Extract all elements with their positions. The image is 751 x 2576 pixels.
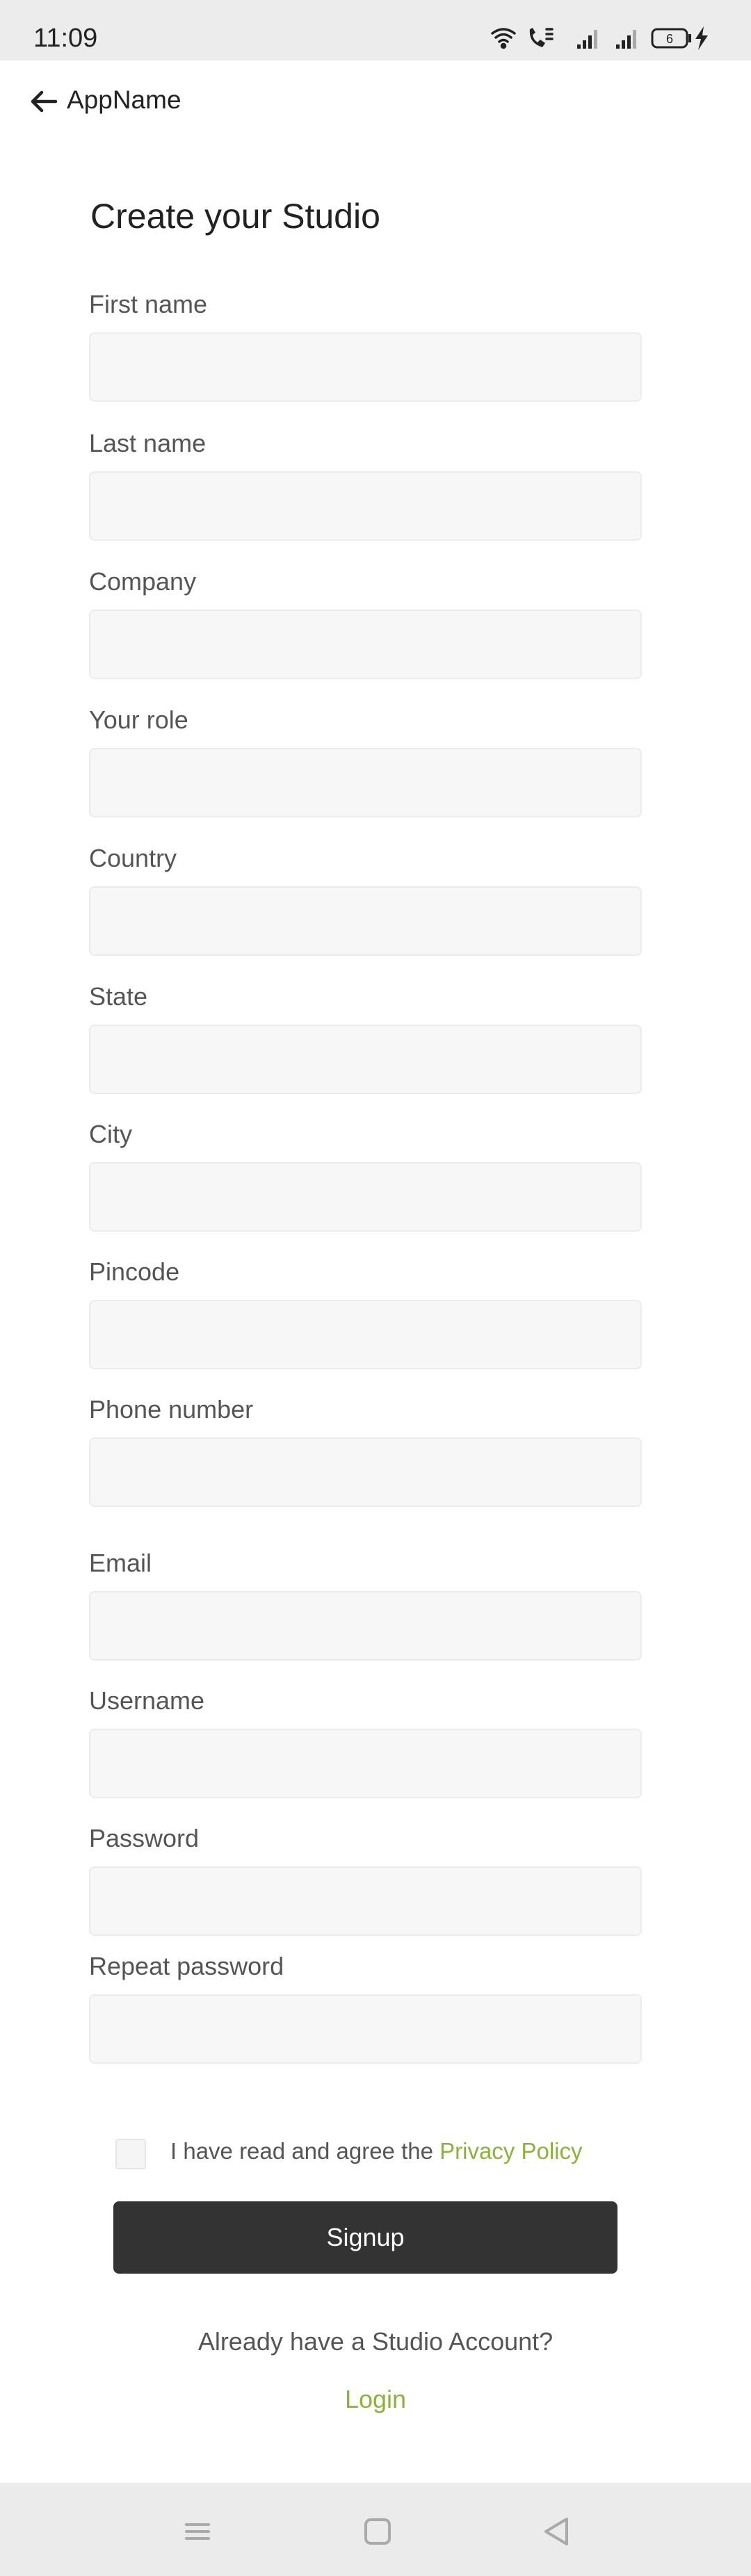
status-bar: 11:09 6 (0, 0, 751, 60)
status-time: 11:09 (33, 24, 98, 53)
home-square-icon[interactable] (350, 2504, 405, 2559)
city-input[interactable] (89, 1162, 642, 1232)
system-nav-bar (0, 2483, 751, 2576)
signal-icon (616, 30, 636, 49)
back-triangle-icon[interactable] (529, 2504, 585, 2559)
have-account-text: Already have a Studio Account? (197, 2327, 554, 2356)
last-name-label: Last name (89, 429, 207, 457)
wifi-icon (491, 28, 516, 49)
country-label: Country (89, 844, 177, 872)
pincode-label: Pincode (89, 1257, 180, 1286)
password-label: Password (89, 1824, 200, 1852)
agreement-label: I have read and agree the (170, 2138, 433, 2164)
state-input[interactable] (89, 1025, 642, 1094)
agreement-text: I have read and agree the Privacy Policy (170, 2138, 583, 2165)
password-input[interactable] (89, 1866, 642, 1936)
repeat-password-label: Repeat password (89, 1952, 284, 1980)
app-bar: AppName (0, 60, 751, 144)
email-input[interactable] (89, 1591, 642, 1661)
city-label: City (89, 1120, 132, 1148)
app-title: AppName (67, 85, 181, 114)
arrow-left-icon[interactable] (28, 85, 60, 117)
privacy-checkbox[interactable] (115, 2139, 146, 2169)
status-icons: 6 (487, 24, 751, 51)
email-label: Email (89, 1549, 152, 1577)
your-role-input[interactable] (89, 748, 642, 817)
phone-number-label: Phone number (89, 1395, 254, 1424)
signal-icon (577, 30, 597, 49)
state-label: State (89, 982, 148, 1011)
username-label: Username (89, 1686, 205, 1715)
pincode-input[interactable] (89, 1300, 642, 1369)
charging-icon (695, 26, 708, 50)
signup-button[interactable]: Signup (113, 2201, 617, 2274)
company-label: Company (89, 567, 197, 596)
form-title: Create your Studio (90, 197, 380, 236)
country-input[interactable] (89, 886, 642, 956)
last-name-input[interactable] (89, 471, 642, 541)
menu-icon[interactable] (170, 2504, 225, 2559)
first-name-input[interactable] (89, 332, 642, 402)
username-input[interactable] (89, 1729, 642, 1798)
privacy-policy-link[interactable]: Privacy Policy (439, 2138, 582, 2164)
company-input[interactable] (89, 610, 642, 679)
call-icon (529, 28, 554, 47)
first-name-label: First name (89, 290, 208, 318)
battery-icon: 6 (651, 28, 691, 49)
repeat-password-input[interactable] (89, 1994, 642, 2064)
battery-level: 6 (666, 32, 673, 46)
phone-number-input[interactable] (89, 1437, 642, 1507)
login-link[interactable]: Login (0, 2385, 751, 2414)
your-role-label: Your role (89, 706, 188, 734)
